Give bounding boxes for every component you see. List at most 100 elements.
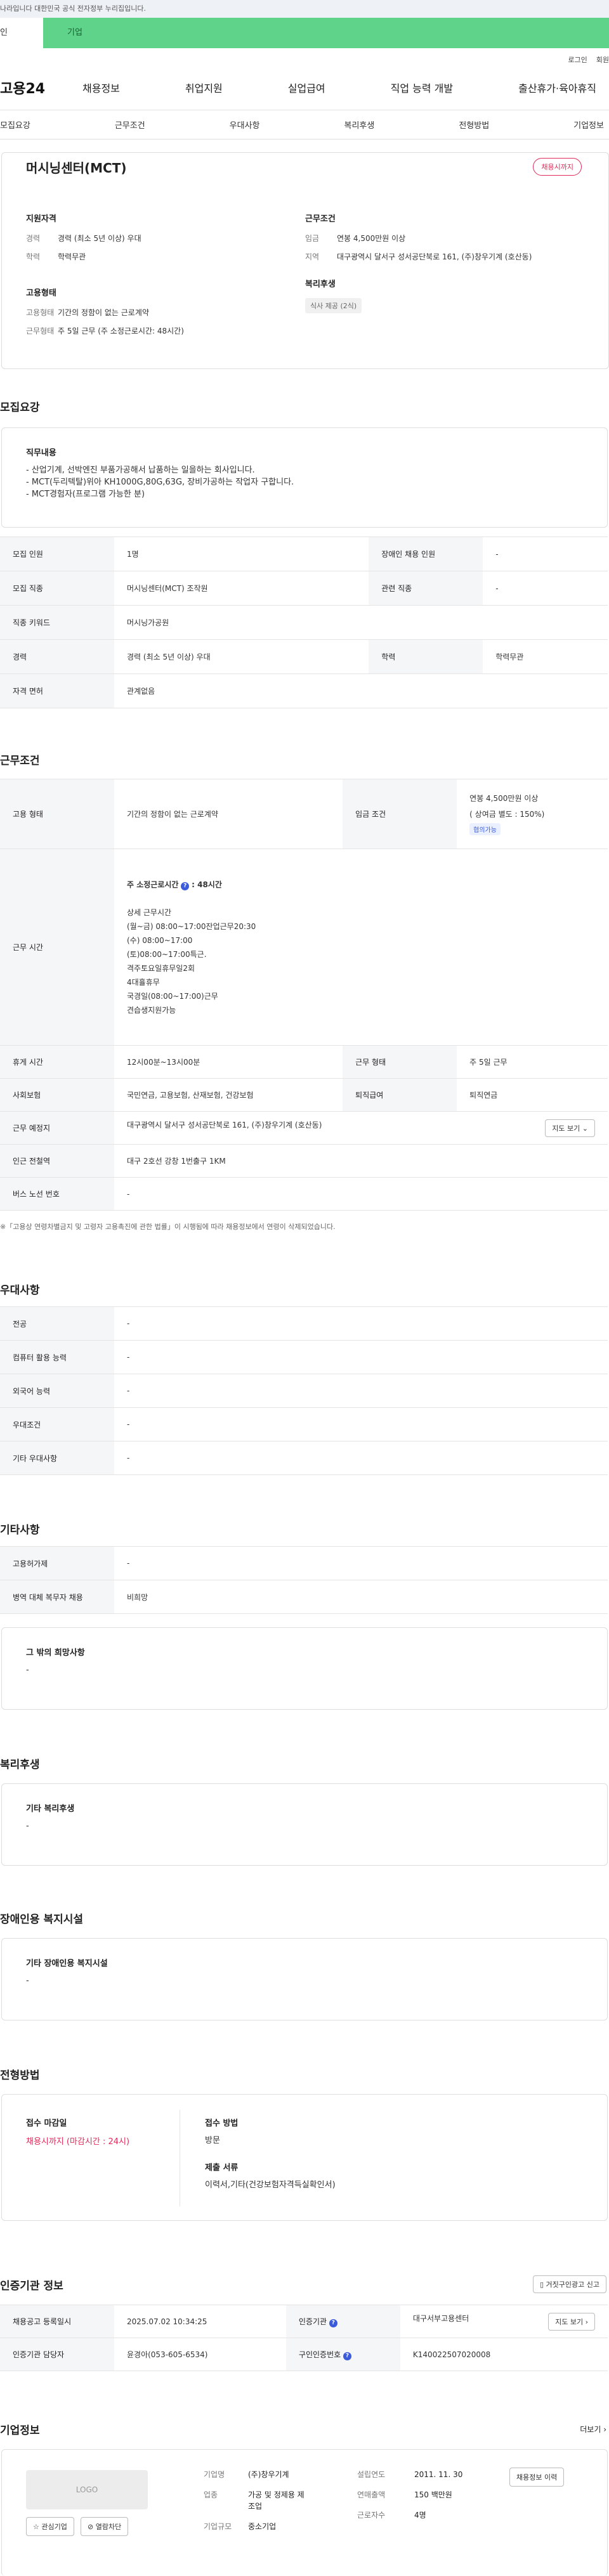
hours-detail-heading: 상세 근무시간 — [127, 907, 172, 917]
area-label: 지역 — [305, 252, 320, 261]
cell-value: - — [114, 1407, 608, 1441]
table-row: 자격 면허 관계없음 — [0, 673, 608, 708]
cell-value: 1명 — [114, 537, 369, 571]
cell-value: 관계없음 — [114, 673, 608, 708]
cell-label: 휴게 시간 — [0, 1045, 114, 1079]
cell-label: 경력 — [0, 639, 114, 674]
hours-line: (토)08:00~17:00특근. — [127, 949, 207, 959]
block-label: 열람차단 — [95, 2523, 122, 2531]
chevron-right-icon: › — [603, 2425, 606, 2434]
cell-label: 전공 — [0, 1306, 114, 1341]
info-icon[interactable]: ? — [343, 2352, 351, 2360]
cell-label: 버스 노선 번호 — [0, 1177, 114, 1211]
anchor-welfare[interactable]: 복리후생 — [344, 119, 374, 131]
tab-individual[interactable]: 인 — [0, 18, 43, 48]
org-map-button[interactable]: 지도 보기 › — [548, 2312, 595, 2331]
site-logo[interactable]: 고용24 — [0, 77, 82, 98]
table-row: 외국어 능력 - — [0, 1374, 608, 1408]
disab-box: 기타 장애인용 복지시설 - — [1, 1938, 608, 2020]
cell-value: 국민연금, 고용보험, 산재보험, 건강보험 — [114, 1078, 343, 1112]
global-nav: 고용24 채용정보 취업지원 실업급여 직업 능력 개발 출산휴가·육아휴직 — [0, 65, 609, 110]
favorite-company-button[interactable]: ☆ 관심기업 — [26, 2517, 74, 2536]
cert-no-label: 구인인증번호 — [298, 2350, 341, 2359]
industry-label: 업종 — [204, 2490, 218, 2499]
gov-banner: 나라입니다 대한민국 공식 전자정부 누리집입니다. — [0, 0, 609, 18]
table-row: 경력 경력 (최소 5년 이상) 우대 학력 학력무관 — [0, 639, 608, 674]
anchor-company[interactable]: 기업정보 — [573, 119, 604, 131]
nav-jobs[interactable]: 채용정보 — [82, 80, 120, 95]
tab-company[interactable]: 기업 — [43, 18, 609, 48]
age-note: ※「고용상 연령차별금지 및 고령자 고용촉진에 관한 법률」이 시행됨에 따라… — [0, 1223, 336, 1231]
anchor-select[interactable]: 전형방법 — [459, 119, 489, 131]
table-row: 근무 시간 주 소정근로시간 ? : 48시간 상세 근무시간 (월~금) 08… — [0, 849, 608, 1046]
docs-value: 이력서,기타(건강보험자격득실확인서) — [205, 2180, 336, 2190]
hours-line: 격주토요일휴무일2회 — [127, 963, 195, 973]
info-icon[interactable]: ? — [181, 881, 190, 890]
cell-value: 머시닝가공원 — [114, 605, 608, 640]
join-link[interactable]: 회원 — [596, 56, 609, 64]
company-section-title: 기업정보 — [0, 2424, 40, 2437]
wage-cell: 연봉 4,500만원 이상 ( 상여금 별도 : 150%) 협의가능 — [457, 779, 608, 849]
hours-main: 주 소정근로시간 — [127, 880, 179, 889]
select-section-title: 전형방법 — [0, 2069, 40, 2082]
disab-heading: 기타 장애인용 복지시설 — [26, 1959, 108, 1968]
table-row: 우대조건 - — [0, 1407, 608, 1441]
nav-parental-leave[interactable]: 출산휴가·육아휴직 — [518, 80, 596, 95]
chevron-right-icon: › — [585, 2317, 588, 2326]
deadline-heading: 접수 마감일 — [26, 2119, 67, 2128]
company-more-link[interactable]: 더보기 › — [580, 2424, 606, 2435]
select-box: 접수 마감일 채용시까지 (마감시간 : 24시) 접수 방법 방문 제출 서류… — [1, 2094, 608, 2221]
cell-value: - — [114, 1374, 608, 1408]
table-row: 근무 예정지 대구광역시 달서구 성서공단북로 161, (주)창우기계 (호산동… — [0, 1111, 608, 1145]
cell-label: 자격 면허 — [0, 673, 114, 708]
etc-section-title: 기타사항 — [0, 1524, 40, 1537]
cell-label: 구인인증번호 ? — [285, 2338, 400, 2371]
hours-line: (월~금) 08:00~17:00잔업근무20:30 — [127, 921, 256, 931]
cell-value: - — [114, 1546, 608, 1580]
work-form-value: 주 5일 근무 (주 소정근로시간: 48시간) — [58, 327, 184, 335]
deadline-badge: 채용시까지 — [533, 158, 582, 176]
cell-value: - — [483, 537, 608, 571]
anchor-work[interactable]: 근무조건 — [115, 119, 145, 131]
wage-sub: ( 상여금 별도 : 150%) — [469, 810, 545, 819]
login-link[interactable]: 로그인 — [568, 56, 587, 64]
duty-box: 직무내용 - 산업기계, 선박엔진 부품가공해서 납품하는 일을하는 회사입니다… — [1, 427, 608, 528]
negotiable-tag: 협의가능 — [469, 823, 501, 835]
pref-table: 전공 - 컴퓨터 활용 능력 - 외국어 능력 - 우대조건 - 기타 우대사항 - — [0, 1306, 608, 1475]
table-row: 휴게 시간 12시00분~13시00분 근무 형태 주 5일 근무 — [0, 1045, 608, 1079]
info-icon[interactable]: ? — [329, 2319, 337, 2327]
emp-type-label: 고용형태 — [26, 308, 55, 317]
welfare-box: 기타 복리후생 - — [1, 1783, 608, 1866]
hours-line: 견습생지원가능 — [127, 1005, 176, 1015]
job-history-button[interactable]: 채용정보 이력 — [509, 2468, 565, 2487]
cell-label: 우대조건 — [0, 1407, 114, 1441]
table-row: 인근 전철역 대구 2호선 강창 1번출구 1KM — [0, 1144, 608, 1178]
cell-value: 2025.07.02 10:34:25 — [114, 2305, 286, 2338]
document-icon: ▯ — [539, 2280, 544, 2289]
report-false-ad-button[interactable]: ▯ 거짓구인광고 신고 — [532, 2275, 606, 2293]
method-heading: 접수 방법 — [205, 2119, 239, 2128]
block-icon: ⊘ — [88, 2523, 94, 2531]
chevron-down-icon: ⌄ — [582, 1124, 588, 1133]
year-value: 2011. 11. 30 — [414, 2470, 463, 2479]
util-links: 로그인 회원 — [0, 48, 609, 65]
wage-label: 임금 — [305, 234, 320, 243]
size-label: 기업규모 — [204, 2522, 232, 2531]
duty-heading: 직무내용 — [26, 448, 56, 458]
cell-label: 컴퓨터 활용 능력 — [0, 1340, 114, 1374]
nav-unemployment-benefit[interactable]: 실업급여 — [288, 80, 325, 95]
cell-value: 퇴직연금 — [457, 1078, 608, 1112]
map-button[interactable]: 지도 보기 ⌄ — [545, 1119, 595, 1137]
org-cell: 대구서부고용센터 지도 보기 › — [400, 2305, 608, 2338]
org-label: 인증기관 — [298, 2317, 327, 2326]
block-view-button[interactable]: ⊘ 열람차단 — [81, 2517, 129, 2536]
nav-vocational-training[interactable]: 직업 능력 개발 — [391, 80, 454, 95]
hours-line: 4대휼휴무 — [127, 977, 160, 987]
disab-section-title: 장애인용 복지시설 — [0, 1913, 84, 1926]
nav-employment-support[interactable]: 취업지원 — [185, 80, 223, 95]
cell-value: 머시닝센터(MCT) 조작원 — [114, 571, 369, 606]
table-row: 병역 대체 복무자 채용 비희망 — [0, 1580, 608, 1614]
anchor-recruit[interactable]: 모집요강 — [0, 119, 30, 131]
anchor-pref[interactable]: 우대사항 — [230, 119, 260, 131]
recruit-section-title: 모집요강 — [0, 401, 40, 414]
